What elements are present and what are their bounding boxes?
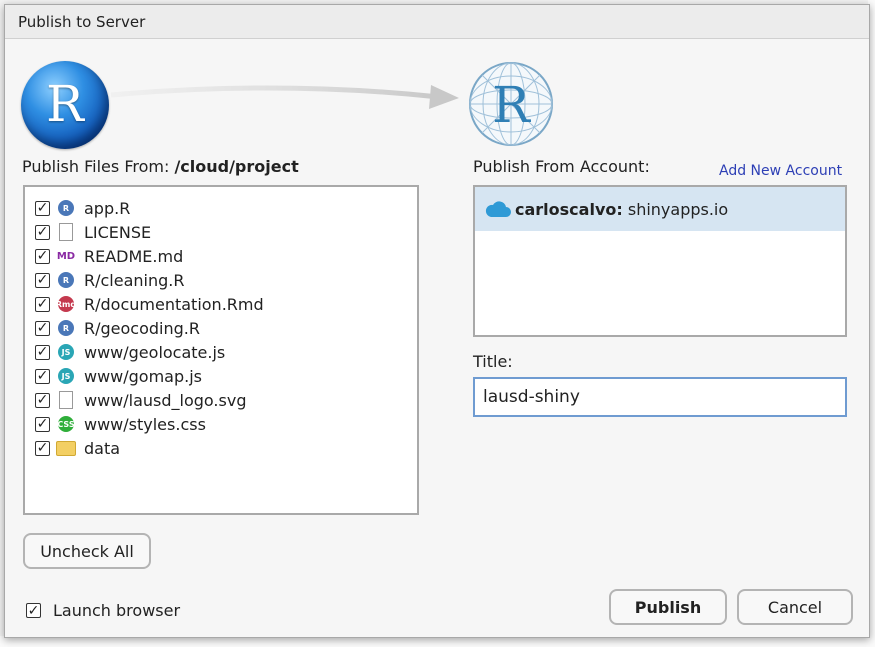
svg-text:R: R (492, 76, 531, 134)
file-item[interactable]: ✓ data (35, 437, 120, 459)
file-checkbox[interactable]: ✓ (35, 320, 50, 336)
file-checkbox[interactable]: ✓ (35, 344, 50, 360)
title-label: Title: (473, 352, 513, 371)
css-file-icon: CSS (56, 414, 76, 434)
file-item[interactable]: ✓ MD README.md (35, 245, 183, 267)
text-file-icon (56, 390, 76, 410)
file-checkbox[interactable]: ✓ (35, 440, 50, 456)
file-list[interactable]: ✓ Rapp.R ✓ LICENSE ✓ MD README.md ✓ R R/cleaning.… (23, 185, 419, 515)
file-item[interactable]: ✓ R R/cleaning.R (35, 269, 184, 291)
project-path: /cloud/project (174, 157, 299, 176)
file-item[interactable]: ✓ Rapp.R (35, 197, 130, 219)
account-item[interactable]: carloscalvo: shinyapps.io (475, 187, 845, 231)
account-list[interactable]: carloscalvo: shinyapps.io (473, 185, 847, 337)
js-file-icon: JS (56, 342, 76, 362)
file-checkbox[interactable]: ✓ (35, 272, 50, 288)
cancel-button[interactable]: Cancel (737, 589, 853, 625)
text-file-icon (56, 222, 76, 242)
file-name: README.md (84, 246, 184, 266)
file-checkbox[interactable]: ✓ (35, 416, 50, 432)
file-item[interactable]: ✓ Rmd R/documentation.Rmd (35, 293, 264, 315)
file-name: www/gomap.js (84, 366, 203, 386)
launch-browser-option[interactable]: ✓ Launch browser (26, 601, 180, 620)
r-file-icon: R (56, 198, 76, 218)
publish-button[interactable]: Publish (609, 589, 727, 625)
file-name: R/geocoding.R (84, 318, 200, 338)
r-file-icon: R (56, 270, 76, 290)
cloud-icon (485, 201, 511, 217)
file-name: www/styles.css (84, 414, 206, 434)
file-name: www/lausd_logo.svg (84, 390, 247, 410)
publish-arrow-icon (110, 85, 459, 109)
account-server: shinyapps.io (627, 199, 729, 219)
file-name: R/documentation.Rmd (84, 294, 264, 314)
file-item[interactable]: ✓ JS www/geolocate.js (35, 341, 225, 363)
launch-browser-label: Launch browser (53, 601, 181, 620)
files-label: Publish Files From: /cloud/project (22, 157, 299, 176)
file-item[interactable]: ✓ R R/geocoding.R (35, 317, 200, 339)
file-name: data (84, 438, 121, 458)
file-checkbox[interactable]: ✓ (35, 296, 50, 312)
r-logo-icon: R (21, 61, 109, 149)
uncheck-all-button[interactable]: Uncheck All (23, 533, 151, 569)
file-checkbox[interactable]: ✓ (35, 224, 50, 240)
file-name: LICENSE (84, 222, 152, 242)
account-label: Publish From Account: (473, 157, 650, 176)
file-name: www/geolocate.js (84, 342, 226, 362)
file-checkbox[interactable]: ✓ (35, 200, 50, 216)
js-file-icon: JS (56, 366, 76, 386)
launch-browser-checkbox[interactable]: ✓ (26, 603, 41, 618)
file-item[interactable]: ✓ www/lausd_logo.svg (35, 389, 246, 411)
file-item[interactable]: ✓ JS www/gomap.js (35, 365, 202, 387)
file-name: R/cleaning.R (84, 270, 185, 290)
r-file-icon: R (56, 318, 76, 338)
file-name: app.R (84, 198, 131, 218)
publish-dialog: Publish to Server R R Publish Files From… (4, 4, 870, 638)
file-checkbox[interactable]: ✓ (35, 368, 50, 384)
file-item[interactable]: ✓ LICENSE (35, 221, 151, 243)
add-new-account-link[interactable]: Add New Account (719, 163, 842, 179)
folder-icon (56, 438, 76, 458)
dialog-title: Publish to Server (5, 5, 869, 39)
shinyapps-globe-icon: R (469, 62, 553, 146)
file-item[interactable]: ✓ CSS www/styles.css (35, 413, 206, 435)
title-input[interactable] (473, 377, 847, 417)
account-user: carloscalvo: (515, 199, 623, 219)
markdown-file-icon: MD (56, 250, 76, 262)
rmarkdown-file-icon: Rmd (56, 294, 76, 314)
file-checkbox[interactable]: ✓ (35, 248, 50, 264)
file-checkbox[interactable]: ✓ (35, 392, 50, 408)
